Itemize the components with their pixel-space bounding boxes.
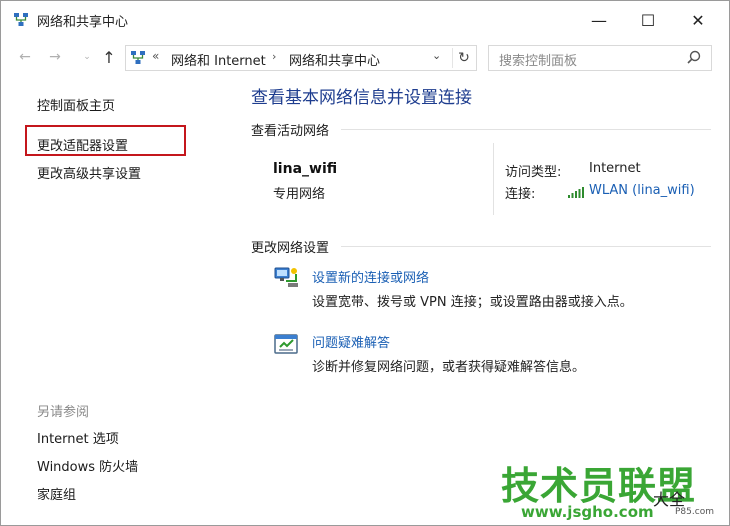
navigation-bar: ← → ⌄ ↑ « 网络和 Internet › 网络和共享中心 ⌄ ↻ 搜索控… xyxy=(1,39,729,75)
address-bar[interactable]: « 网络和 Internet › 网络和共享中心 ⌄ ↻ xyxy=(125,45,477,71)
setup-new-connection-description: 设置宽带、拨号或 VPN 连接；或设置路由器或接入点。 xyxy=(312,295,633,310)
maximize-button[interactable]: ☐ xyxy=(625,7,671,33)
title-bar[interactable]: 网络和共享中心 — ☐ ✕ xyxy=(1,1,729,39)
windows-firewall-link[interactable]: Windows 防火墙 xyxy=(37,456,138,475)
forward-button[interactable]: → xyxy=(45,47,65,67)
wlan-connection-link[interactable]: WLAN (lina_wifi) xyxy=(589,183,695,198)
change-adapter-settings-link[interactable]: 更改适配器设置 xyxy=(37,135,128,154)
search-placeholder: 搜索控制面板 xyxy=(499,54,578,69)
network-app-icon xyxy=(13,12,29,28)
address-overflow-chevron[interactable]: « xyxy=(152,49,159,63)
breadcrumb-separator[interactable]: › xyxy=(272,50,276,63)
network-setup-icon xyxy=(272,263,300,291)
address-dropdown-icon[interactable]: ⌄ xyxy=(432,49,441,62)
change-advanced-sharing-link[interactable]: 更改高级共享设置 xyxy=(37,163,141,182)
internet-options-link[interactable]: Internet 选项 xyxy=(37,428,119,447)
breadcrumb-network-internet[interactable]: 网络和 Internet xyxy=(171,50,266,69)
network-type: 专用网络 xyxy=(273,187,326,202)
see-also-heading: 另请参阅 xyxy=(37,405,90,420)
window-title: 网络和共享中心 xyxy=(37,15,129,30)
back-button[interactable]: ← xyxy=(15,47,35,67)
wifi-signal-icon xyxy=(568,186,584,198)
setup-new-connection-link[interactable]: 设置新的连接或网络 xyxy=(312,267,429,286)
close-button[interactable]: ✕ xyxy=(675,7,721,33)
recent-locations-button[interactable]: ⌄ xyxy=(77,47,97,67)
connection-label: 连接: xyxy=(505,187,536,202)
up-button[interactable]: ↑ xyxy=(99,47,119,67)
change-network-settings-heading: 更改网络设置 xyxy=(251,241,330,256)
watermark-url-small: P85.com xyxy=(675,507,714,517)
refresh-icon[interactable]: ↻ xyxy=(452,48,475,68)
access-type-value: Internet xyxy=(589,161,641,176)
search-icon[interactable] xyxy=(685,49,703,67)
breadcrumb-sharing-center[interactable]: 网络和共享中心 xyxy=(289,50,380,69)
troubleshoot-description: 诊断并修复网络问题，或者获得疑难解答信息。 xyxy=(312,360,586,375)
troubleshoot-icon xyxy=(273,331,301,359)
vertical-divider xyxy=(493,143,494,215)
page-title: 查看基本网络信息并设置连接 xyxy=(251,88,472,108)
access-type-label: 访问类型: xyxy=(505,165,562,180)
network-location-icon xyxy=(130,50,146,66)
section-divider xyxy=(341,246,711,247)
network-sharing-center-window: 网络和共享中心 — ☐ ✕ ← → ⌄ ↑ « 网络和 Internet › 网… xyxy=(0,0,730,526)
homegroup-link[interactable]: 家庭组 xyxy=(37,484,76,503)
section-divider xyxy=(341,129,711,130)
active-networks-heading: 查看活动网络 xyxy=(251,124,330,139)
minimize-button[interactable]: — xyxy=(576,7,622,33)
site-watermark: 技术员联盟 大全 www.jsgho.com P85.com xyxy=(499,453,729,523)
left-pane: 控制面板主页 更改适配器设置 更改高级共享设置 另请参阅 Internet 选项… xyxy=(1,75,241,525)
watermark-url: www.jsgho.com xyxy=(521,503,654,521)
search-input[interactable]: 搜索控制面板 xyxy=(488,45,712,71)
troubleshoot-problems-link[interactable]: 问题疑难解答 xyxy=(312,332,390,351)
control-panel-home-link[interactable]: 控制面板主页 xyxy=(37,95,115,114)
network-name: lina_wifi xyxy=(273,161,338,177)
